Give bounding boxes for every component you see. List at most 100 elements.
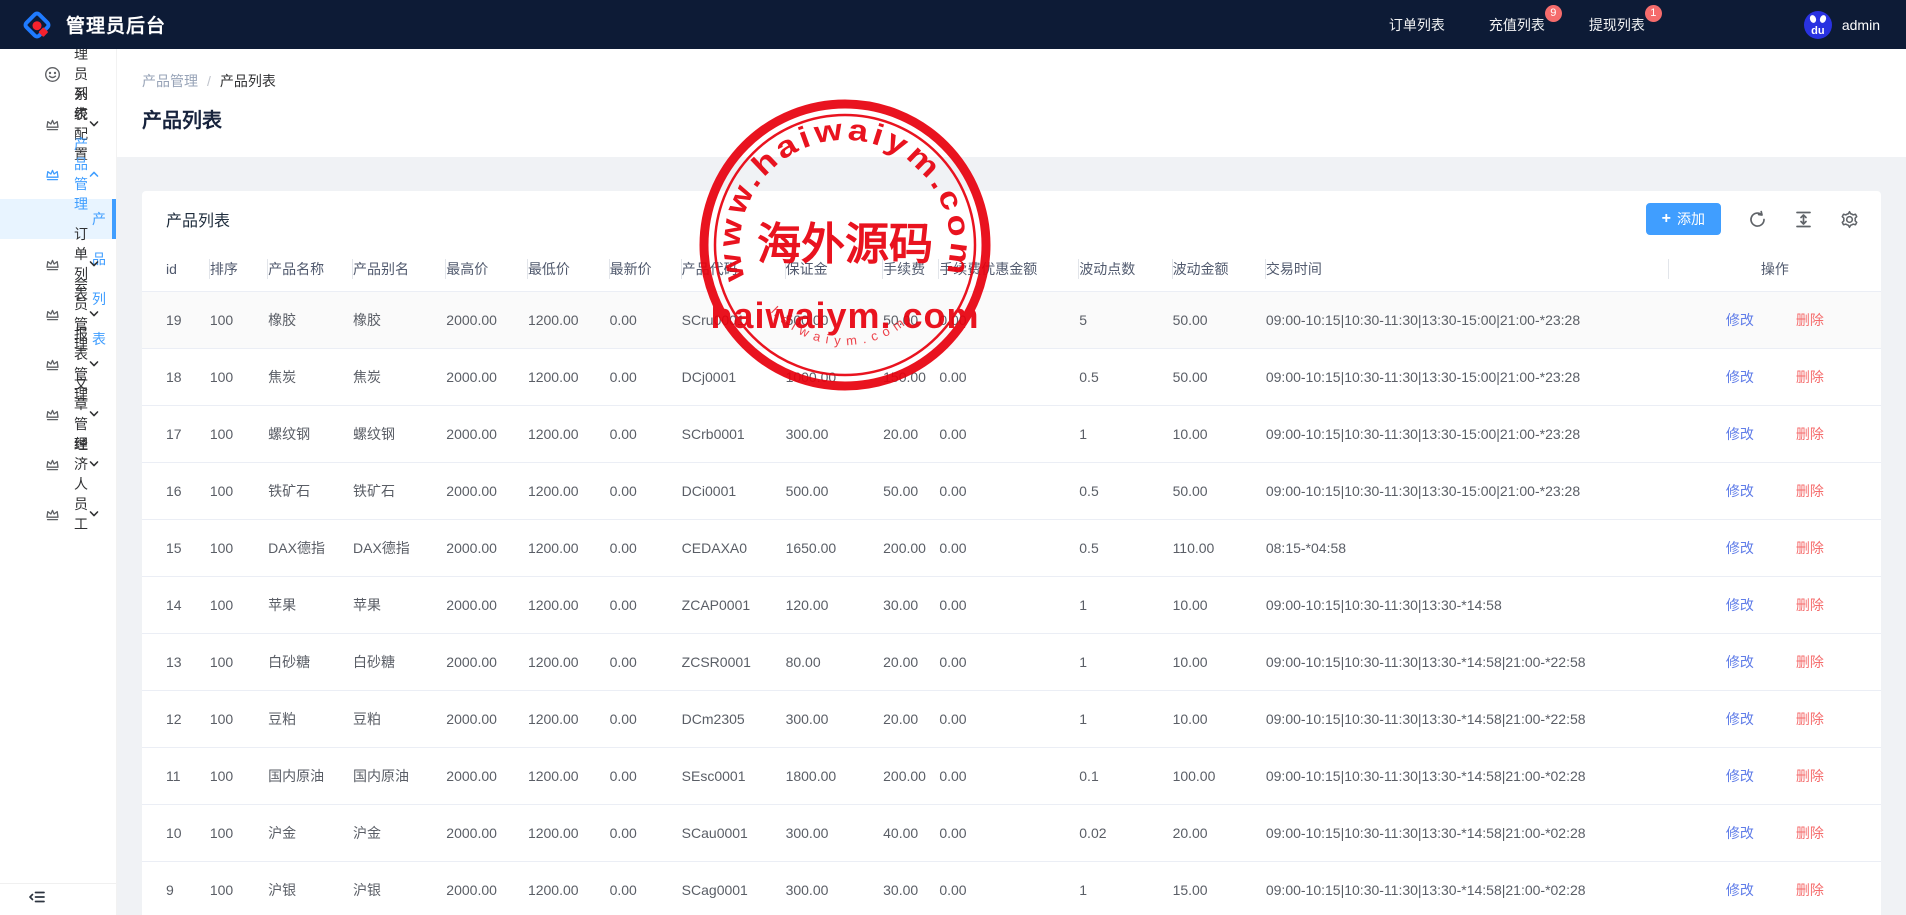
table-cell: 0.00: [939, 405, 1079, 462]
table-cell: 110.00: [1173, 519, 1266, 576]
table-cell: 100: [210, 519, 268, 576]
edit-link[interactable]: 修改: [1726, 597, 1754, 613]
table-cell: 1: [1079, 861, 1172, 915]
sidebar-item[interactable]: 管理员列表: [0, 49, 116, 99]
sidebar-item[interactable]: 产品管理: [0, 149, 116, 199]
table-cell: 10.00: [1173, 405, 1266, 462]
table-row: 15100DAX德指DAX德指2000.001200.000.00CEDAXA0…: [142, 519, 1881, 576]
sidebar-subitem[interactable]: 产品列表: [0, 199, 116, 239]
delete-link[interactable]: 删除: [1796, 654, 1824, 670]
delete-link[interactable]: 删除: [1796, 312, 1824, 328]
delete-link[interactable]: 删除: [1796, 711, 1824, 727]
table-cell: 0.5: [1079, 348, 1172, 405]
add-button-label: 添加: [1677, 209, 1705, 229]
table-cell: 1800.00: [786, 747, 884, 804]
table-cell: 0.00: [939, 348, 1079, 405]
table-cell: 100: [210, 690, 268, 747]
table-cell: 2000.00: [446, 462, 528, 519]
table-cell: 09:00-10:15|10:30-11:30|13:30-15:00|21:0…: [1266, 462, 1669, 519]
table-cell: 1: [1079, 576, 1172, 633]
table-header-row: id排序产品名称产品别名最高价最低价最新价产品代码保证金手续费手续费优惠金额波动…: [142, 247, 1881, 291]
sidebar-item[interactable]: 文章管理: [0, 389, 116, 439]
sidebar-collapse-button[interactable]: [0, 883, 116, 915]
table-row: 12100豆粕豆粕2000.001200.000.00DCm2305300.00…: [142, 690, 1881, 747]
table-cell: 0.00: [939, 633, 1079, 690]
delete-link[interactable]: 删除: [1796, 825, 1824, 841]
table-cell: 100.00: [1173, 747, 1266, 804]
table-row: 18100焦炭焦炭2000.001200.000.00DCj00011000.0…: [142, 348, 1881, 405]
add-button[interactable]: + 添加: [1646, 203, 1721, 235]
table-cell: 09:00-10:15|10:30-11:30|13:30-*14:58|21:…: [1266, 804, 1669, 861]
table-cell: 1: [1079, 690, 1172, 747]
table-cell: 15: [142, 519, 210, 576]
settings-gear-icon[interactable]: [1840, 210, 1859, 229]
app-title: 管理员后台: [66, 11, 166, 38]
edit-link[interactable]: 修改: [1726, 312, 1754, 328]
refresh-icon[interactable]: [1748, 210, 1767, 229]
breadcrumb-parent[interactable]: 产品管理: [142, 73, 198, 89]
delete-link[interactable]: 删除: [1796, 597, 1824, 613]
table-cell: 09:00-10:15|10:30-11:30|13:30-*14:58|21:…: [1266, 690, 1669, 747]
table-cell: DCi0001: [682, 462, 786, 519]
row-actions: 修改 删除: [1669, 690, 1881, 747]
table-cell: 螺纹钢: [353, 405, 446, 462]
navbar-item[interactable]: 充值列表9: [1489, 15, 1545, 35]
column-header: 最高价: [446, 247, 528, 291]
edit-link[interactable]: 修改: [1726, 825, 1754, 841]
table-cell: 18: [142, 348, 210, 405]
table-cell: 0.00: [610, 405, 682, 462]
navbar-item-label: 订单列表: [1389, 17, 1445, 33]
edit-link[interactable]: 修改: [1726, 711, 1754, 727]
column-header: 产品代码: [682, 247, 786, 291]
delete-link[interactable]: 删除: [1796, 369, 1824, 385]
table-cell: 0.5: [1079, 519, 1172, 576]
table-cell: 100: [210, 861, 268, 915]
table-cell: 150.00: [883, 348, 939, 405]
delete-link[interactable]: 删除: [1796, 426, 1824, 442]
column-header: 手续费: [883, 247, 939, 291]
delete-link[interactable]: 删除: [1796, 483, 1824, 499]
sidebar: 管理员列表系统配置产品管理产品列表订单列表会员管理报表管理文章管理经济人员工: [0, 49, 117, 915]
page-title: 产品列表: [142, 104, 1881, 133]
edit-link[interactable]: 修改: [1726, 540, 1754, 556]
table-cell: 螺纹钢: [268, 405, 353, 462]
table-cell: 0.5: [1079, 462, 1172, 519]
table-cell: 0.00: [939, 747, 1079, 804]
navbar-item-label: 提现列表: [1589, 17, 1645, 33]
table-cell: 500.00: [786, 291, 884, 348]
sidebar-item[interactable]: 经济人: [0, 439, 116, 489]
user-menu[interactable]: du admin: [1804, 11, 1880, 39]
row-actions: 修改 删除: [1669, 291, 1881, 348]
edit-link[interactable]: 修改: [1726, 369, 1754, 385]
table-cell: 20.00: [883, 690, 939, 747]
table-cell: 40.00: [883, 804, 939, 861]
delete-link[interactable]: 删除: [1796, 768, 1824, 784]
navbar-item[interactable]: 提现列表1: [1589, 15, 1645, 35]
table-cell: 1200.00: [528, 690, 610, 747]
top-navbar: 管理员后台 订单列表 充值列表9 提现列表1 du admin: [0, 0, 1906, 49]
table-cell: DAX德指: [353, 519, 446, 576]
column-header: id: [142, 247, 210, 291]
sidebar-menu: 管理员列表系统配置产品管理产品列表订单列表会员管理报表管理文章管理经济人员工: [0, 49, 116, 883]
table-cell: 09:00-10:15|10:30-11:30|13:30-*14:58: [1266, 576, 1669, 633]
table-cell: 1200.00: [528, 804, 610, 861]
edit-link[interactable]: 修改: [1726, 483, 1754, 499]
delete-link[interactable]: 删除: [1796, 882, 1824, 898]
table-cell: 0.00: [610, 804, 682, 861]
sidebar-item[interactable]: 员工: [0, 489, 116, 539]
column-header: 最新价: [610, 247, 682, 291]
navbar-item[interactable]: 订单列表: [1389, 15, 1445, 35]
table-cell: 豆粕: [353, 690, 446, 747]
edit-link[interactable]: 修改: [1726, 882, 1754, 898]
table-cell: 10.00: [1173, 633, 1266, 690]
column-header: 手续费优惠金额: [939, 247, 1079, 291]
delete-link[interactable]: 删除: [1796, 540, 1824, 556]
density-icon[interactable]: [1794, 210, 1813, 229]
chevron-down-icon: [88, 458, 100, 470]
edit-link[interactable]: 修改: [1726, 654, 1754, 670]
edit-link[interactable]: 修改: [1726, 768, 1754, 784]
table-cell: DCj0001: [682, 348, 786, 405]
table-cell: ZCAP0001: [682, 576, 786, 633]
crown-icon: [44, 256, 61, 273]
edit-link[interactable]: 修改: [1726, 426, 1754, 442]
